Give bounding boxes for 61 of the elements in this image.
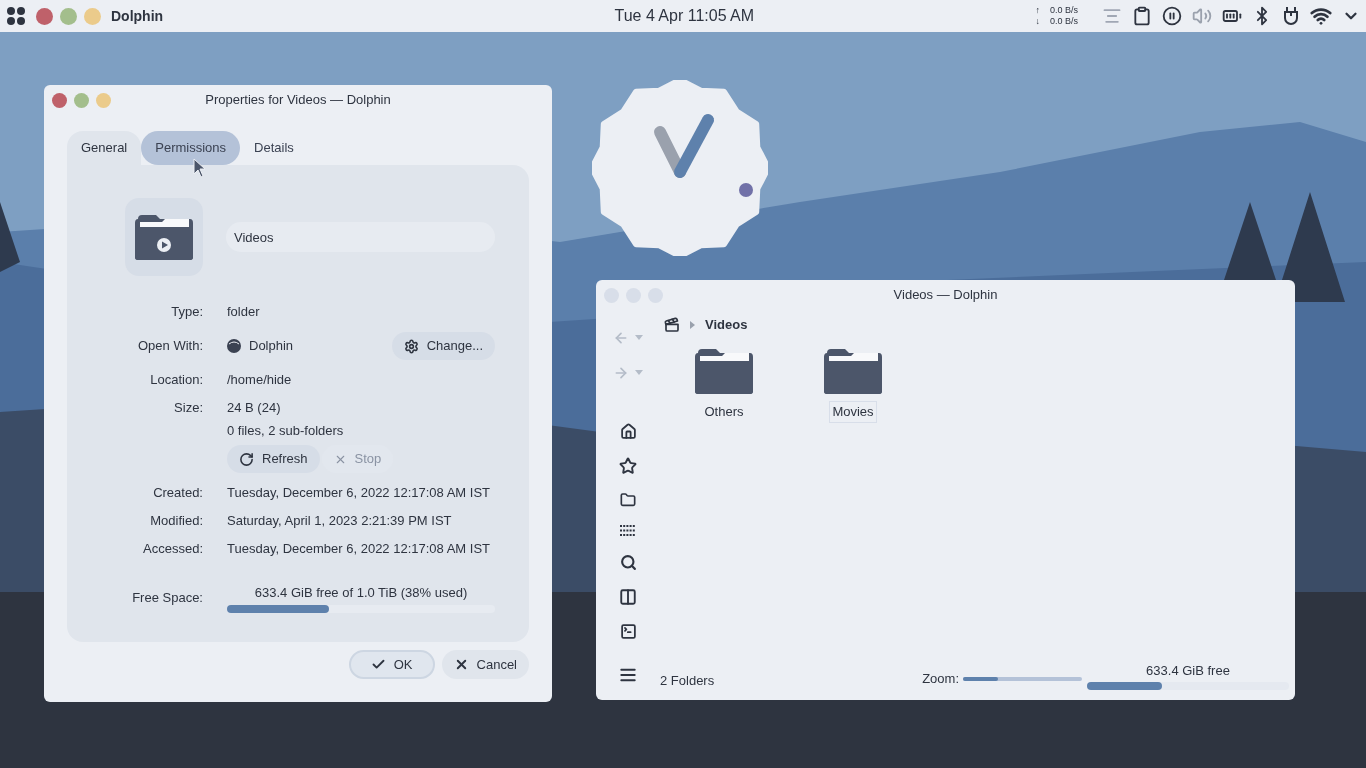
- field-value: Saturday, April 1, 2023 2:21:39 PM IST: [227, 512, 452, 531]
- settings-icon: [403, 338, 419, 354]
- app-launcher-icon[interactable]: [6, 6, 26, 26]
- clock[interactable]: Tue 4 Apr 11:05 AM: [614, 4, 755, 28]
- home-icon[interactable]: [619, 423, 637, 440]
- field-label: Open With:: [136, 337, 203, 356]
- free-space-text: 633.4 GiB free of 1.0 TiB (38% used): [254, 584, 468, 602]
- pause-icon[interactable]: [1162, 6, 1182, 26]
- breadcrumb-separator-icon: [690, 321, 695, 329]
- status-text: 2 Folders: [660, 671, 715, 690]
- search-icon[interactable]: [619, 554, 637, 571]
- tab[interactable]: General: [67, 131, 142, 165]
- dot-grid-icon[interactable]: [620, 525, 636, 537]
- window-title: Videos — Dolphin: [893, 286, 998, 305]
- refresh-button[interactable]: Refresh: [227, 445, 320, 473]
- field-label: Location:: [149, 371, 203, 390]
- check-icon: [370, 657, 386, 672]
- network-arrow: ↑: [1035, 5, 1040, 16]
- field-label: Free Space:: [131, 589, 203, 607]
- field-value: 24 B (24): [227, 399, 282, 417]
- network-arrow: ↓: [1035, 16, 1040, 27]
- folder-icon: [694, 347, 754, 395]
- window-control[interactable]: [36, 7, 53, 25]
- field-value: Dolphin: [249, 337, 294, 356]
- split-view-icon[interactable]: [619, 588, 637, 606]
- active-app-name: Dolphin: [111, 6, 164, 26]
- folder-icon[interactable]: [620, 492, 636, 508]
- cancel-button[interactable]: Cancel: [441, 650, 529, 679]
- field-label: Size:: [173, 399, 203, 417]
- field-value: /home/hide: [227, 371, 292, 390]
- window-control[interactable]: [52, 92, 67, 108]
- field-value: Tuesday, December 6, 2022 12:17:08 AM IST: [227, 540, 491, 559]
- network-rate: 0.0 B/s: [1050, 16, 1078, 27]
- field-detail: 0 files, 2 sub-folders: [227, 421, 345, 440]
- tab[interactable]: Details: [240, 131, 308, 165]
- zoom-label: Zoom:: [922, 669, 959, 688]
- breadcrumb[interactable]: Videos: [705, 315, 748, 335]
- star-icon[interactable]: [619, 457, 637, 475]
- app-icon: [227, 339, 241, 353]
- terminal-icon[interactable]: [619, 623, 637, 640]
- change-button[interactable]: Change...: [391, 332, 495, 360]
- ok-button[interactable]: OK: [348, 650, 435, 679]
- field-label: Type:: [170, 303, 203, 322]
- network-rate: 0.0 B/s: [1050, 5, 1078, 16]
- window-title: Properties for Videos — Dolphin: [205, 91, 391, 110]
- field-label: Accessed:: [142, 540, 203, 559]
- folder-icon: [823, 347, 883, 395]
- clipboard-icon[interactable]: [1132, 6, 1152, 26]
- refresh-icon: [239, 451, 254, 467]
- field-value: folder: [227, 303, 260, 322]
- free-space-text: 633.4 GiB free: [1146, 661, 1230, 680]
- file-name[interactable]: Others: [701, 401, 747, 423]
- field-label: Modified:: [149, 512, 203, 531]
- menu-icon[interactable]: [619, 666, 637, 684]
- zoom-slider[interactable]: [963, 677, 1082, 681]
- field-value: Tuesday, December 6, 2022 12:17:08 AM IST: [227, 484, 491, 503]
- name-field[interactable]: Videos: [226, 222, 495, 252]
- field-label: Created:: [152, 484, 203, 503]
- file-name[interactable]: Movies: [829, 401, 877, 423]
- wifi-icon[interactable]: [1310, 5, 1332, 27]
- tab[interactable]: Permissions: [141, 131, 241, 165]
